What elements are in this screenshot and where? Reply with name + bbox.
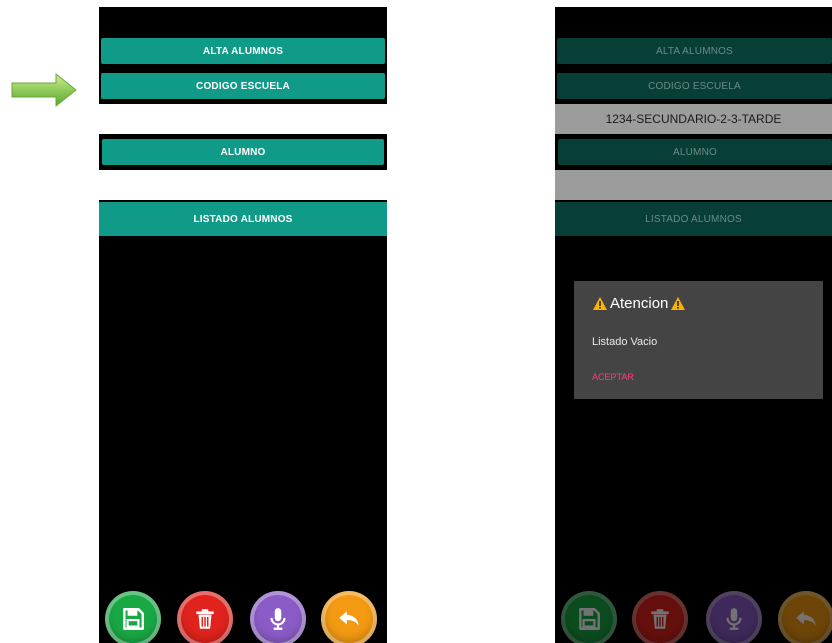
codigo-escuela-button[interactable]: CODIGO ESCUELA — [557, 73, 832, 99]
pointer-arrow-icon — [11, 72, 77, 108]
codigo-escuela-input[interactable] — [99, 104, 387, 134]
alumno-button[interactable]: ALUMNO — [102, 139, 384, 165]
back-arrow-icon — [339, 611, 359, 626]
delete-button[interactable] — [632, 591, 688, 643]
alumno-button[interactable]: ALUMNO — [558, 139, 832, 165]
microphone-button[interactable] — [250, 591, 306, 643]
bottom-action-bar — [99, 591, 387, 643]
listado-alumnos-button[interactable]: LISTADO ALUMNOS — [99, 202, 387, 236]
microphone-button[interactable] — [706, 591, 762, 643]
alumno-input[interactable] — [555, 170, 832, 200]
bottom-action-bar — [555, 591, 832, 643]
dialog-title: Atencion — [592, 295, 686, 312]
back-button[interactable] — [321, 591, 377, 643]
alumno-input[interactable] — [99, 170, 387, 200]
right-phone-screen: ALTA ALUMNOS CODIGO ESCUELA 1234-SECUNDA… — [555, 7, 832, 643]
microphone-icon — [270, 608, 286, 630]
listado-alumnos-button[interactable]: LISTADO ALUMNOS — [555, 202, 832, 236]
save-icon — [123, 608, 144, 630]
codigo-escuela-input[interactable]: 1234-SECUNDARIO-2-3-TARDE — [555, 104, 832, 134]
codigo-escuela-button[interactable]: CODIGO ESCUELA — [101, 73, 385, 99]
aceptar-button[interactable]: ACEPTAR — [592, 372, 634, 382]
warning-icon — [670, 296, 686, 311]
warning-icon — [592, 296, 608, 311]
delete-button[interactable] — [177, 591, 233, 643]
save-icon — [579, 608, 600, 630]
dialog-title-text: Atencion — [610, 295, 669, 312]
save-button[interactable] — [561, 591, 617, 643]
trash-icon — [651, 609, 669, 629]
save-button[interactable] — [105, 591, 161, 643]
microphone-icon — [726, 608, 742, 630]
back-arrow-icon — [796, 611, 816, 626]
left-phone-screen: ALTA ALUMNOS CODIGO ESCUELA ALUMNO LISTA… — [99, 7, 387, 643]
trash-icon — [196, 609, 214, 629]
alta-alumnos-button[interactable]: ALTA ALUMNOS — [557, 38, 832, 64]
alert-dialog: Atencion Listado Vacio ACEPTAR — [574, 281, 823, 399]
dialog-message: Listado Vacio — [592, 336, 658, 348]
alta-alumnos-button[interactable]: ALTA ALUMNOS — [101, 38, 385, 64]
back-button[interactable] — [778, 591, 832, 643]
